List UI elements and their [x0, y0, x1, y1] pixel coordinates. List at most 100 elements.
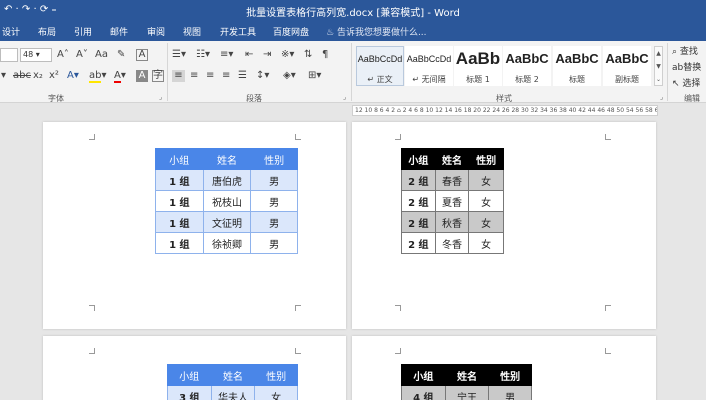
table-cell[interactable]: 女 — [468, 232, 504, 254]
horizontal-ruler[interactable]: 12 10 8 6 4 2 ⌂ 2 4 6 8 10 12 14 16 18 2… — [352, 105, 658, 116]
group-3-table[interactable]: 小组 姓名 性别 3 组 华夫人 女 — [167, 364, 298, 400]
table-cell[interactable]: 4 组 — [401, 385, 446, 400]
table-header-cell[interactable]: 小组 — [155, 148, 204, 170]
table-cell[interactable]: 1 组 — [155, 169, 204, 191]
table-cell[interactable]: 2 组 — [401, 169, 436, 191]
style-heading-1[interactable]: AaBb 标题 1 — [454, 46, 502, 86]
shading-icon[interactable]: ◈▾ — [283, 70, 296, 82]
align-left-icon[interactable]: ≡ — [172, 70, 185, 82]
highlight-icon[interactable]: ab▾ — [89, 70, 107, 83]
style-no-spacing[interactable]: AaBbCcDd ↵ 无间隔 — [405, 46, 453, 86]
font-name-combo[interactable] — [0, 48, 18, 62]
paragraph-dialog-launcher-icon[interactable]: ⌟ — [343, 93, 346, 101]
chinese-layout-icon[interactable]: ※▾ — [281, 49, 294, 61]
subscript-icon[interactable]: x₂ — [33, 70, 43, 82]
tab-review[interactable]: 审阅 — [147, 25, 165, 38]
table-cell[interactable]: 秋香 — [434, 211, 470, 233]
table-cell[interactable]: 宁王 — [444, 385, 490, 400]
superscript-icon[interactable]: x² — [49, 70, 59, 82]
table-cell[interactable]: 男 — [250, 169, 298, 191]
table-cell[interactable]: 祝枝山 — [202, 190, 252, 212]
align-right-icon[interactable]: ≡ — [206, 70, 214, 82]
table-cell[interactable]: 夏香 — [434, 190, 470, 212]
table-cell[interactable]: 1 组 — [155, 232, 204, 254]
change-case-icon[interactable]: Aa — [95, 49, 108, 61]
table-header-cell[interactable]: 小组 — [401, 148, 436, 170]
font-size-combo[interactable]: 48 ▾ — [20, 48, 52, 62]
text-effects-icon[interactable]: A▾ — [67, 70, 79, 82]
table-header-cell[interactable]: 性别 — [250, 148, 298, 170]
table-cell[interactable]: 女 — [468, 169, 504, 191]
style-title[interactable]: AaBbC 标题 — [553, 46, 601, 86]
select-button[interactable]: ↖ 选择 — [672, 76, 700, 89]
shrink-font-icon[interactable]: A˅ — [76, 49, 88, 61]
clear-format-icon[interactable]: ✎ — [117, 49, 125, 61]
decrease-indent-icon[interactable]: ⇤ — [245, 49, 253, 61]
table-cell[interactable]: 1 组 — [155, 190, 204, 212]
table-cell[interactable]: 2 组 — [401, 211, 436, 233]
tell-me-search[interactable]: ♨ 告诉我您想要做什么... — [326, 25, 427, 38]
styles-dialog-launcher-icon[interactable]: ⌟ — [660, 93, 663, 101]
page-3[interactable]: 小组 姓名 性别 3 组 华夫人 女 — [43, 336, 346, 400]
page-1[interactable]: 小组 姓名 性别 1 组 唐伯虎 男 1 组 祝枝山 男 1 组 文征明 男 1… — [43, 122, 346, 329]
table-header-cell[interactable]: 姓名 — [210, 364, 256, 386]
table-cell[interactable]: 女 — [468, 211, 504, 233]
table-header-cell[interactable]: 姓名 — [444, 364, 490, 386]
sort-icon[interactable]: ⇅ — [304, 49, 312, 61]
table-header-cell[interactable]: 性别 — [488, 364, 532, 386]
table-cell[interactable]: 男 — [250, 232, 298, 254]
tab-design[interactable]: 设计 — [2, 25, 20, 38]
table-cell[interactable]: 春香 — [434, 169, 470, 191]
styles-gallery-scroll[interactable]: ▲ ▼ ⌄ — [654, 46, 663, 86]
show-marks-icon[interactable]: ¶ — [322, 49, 328, 61]
table-header-cell[interactable]: 姓名 — [434, 148, 470, 170]
table-cell[interactable]: 冬香 — [434, 232, 470, 254]
line-spacing-icon[interactable]: ↕▾ — [256, 70, 269, 82]
tab-developer[interactable]: 开发工具 — [220, 25, 256, 38]
numbering-icon[interactable]: ☷▾ — [196, 49, 210, 61]
page-4[interactable]: 小组 姓名 性别 4 组 宁王 男 — [352, 336, 656, 400]
enclose-character-icon[interactable]: 字 — [152, 70, 164, 82]
table-cell[interactable]: 徐祯卿 — [202, 232, 252, 254]
table-header-cell[interactable]: 小组 — [401, 364, 446, 386]
table-cell[interactable]: 文征明 — [202, 211, 252, 233]
table-cell[interactable]: 2 组 — [401, 232, 436, 254]
borders-icon[interactable]: ⊞▾ — [308, 70, 321, 82]
distributed-icon[interactable]: ☰ — [238, 70, 247, 82]
table-cell[interactable]: 男 — [488, 385, 532, 400]
increase-indent-icon[interactable]: ⇥ — [263, 49, 271, 61]
tab-references[interactable]: 引用 — [74, 25, 92, 38]
tab-baidu-netdisk[interactable]: 百度网盘 — [273, 25, 309, 38]
character-border-icon[interactable]: A — [136, 49, 148, 61]
table-cell[interactable]: 3 组 — [167, 385, 212, 400]
table-cell[interactable]: 1 组 — [155, 211, 204, 233]
group-1-table[interactable]: 小组 姓名 性别 1 组 唐伯虎 男 1 组 祝枝山 男 1 组 文征明 男 1… — [155, 148, 298, 254]
table-cell[interactable]: 女 — [254, 385, 298, 400]
find-button[interactable]: ⌕ 查找 — [672, 44, 698, 57]
table-cell[interactable]: 男 — [250, 190, 298, 212]
style-heading-2[interactable]: AaBbC 标题 2 — [503, 46, 551, 86]
table-cell[interactable]: 2 组 — [401, 190, 436, 212]
strikethrough-icon[interactable]: abc — [13, 70, 31, 82]
table-header-cell[interactable]: 性别 — [254, 364, 298, 386]
underline-dropdown-icon[interactable]: ▾ — [1, 70, 6, 82]
tab-view[interactable]: 视图 — [183, 25, 201, 38]
style-subtitle[interactable]: AaBbC 副标题 — [603, 46, 651, 86]
multilevel-list-icon[interactable]: ≡▾ — [220, 49, 233, 61]
table-cell[interactable]: 女 — [468, 190, 504, 212]
table-cell[interactable]: 唐伯虎 — [202, 169, 252, 191]
table-header-cell[interactable]: 小组 — [167, 364, 212, 386]
bullets-icon[interactable]: ☰▾ — [172, 49, 186, 61]
group-2-table[interactable]: 小组 姓名 性别 2 组 春香 女 2 组 夏香 女 2 组 秋香 女 2 组 — [401, 148, 504, 254]
grow-font-icon[interactable]: A˄ — [57, 49, 69, 61]
character-shading-icon[interactable]: A — [136, 70, 148, 82]
table-header-cell[interactable]: 姓名 — [202, 148, 252, 170]
table-cell[interactable]: 华夫人 — [210, 385, 256, 400]
style-normal[interactable]: AaBbCcDd ↵ 正文 — [356, 46, 404, 86]
table-header-cell[interactable]: 性别 — [468, 148, 504, 170]
align-center-icon[interactable]: ≡ — [190, 70, 198, 82]
group-4-table[interactable]: 小组 姓名 性别 4 组 宁王 男 — [401, 364, 532, 400]
justify-icon[interactable]: ≡ — [222, 70, 230, 82]
font-dialog-launcher-icon[interactable]: ⌟ — [159, 93, 162, 101]
font-color-icon[interactable]: A▾ — [114, 70, 126, 83]
